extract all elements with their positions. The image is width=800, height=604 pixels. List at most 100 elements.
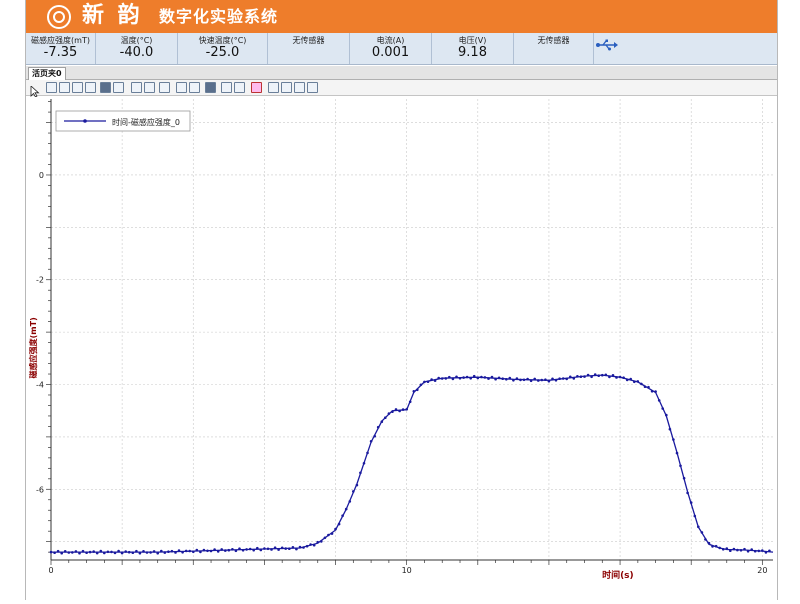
sensor-value: 0.001 [371, 45, 410, 60]
data-point [483, 376, 487, 379]
data-point [120, 551, 124, 555]
data-point [522, 378, 526, 382]
data-point [284, 547, 288, 550]
data-point [533, 377, 536, 381]
data-point [384, 416, 387, 420]
hand-icon[interactable] [131, 82, 142, 93]
zoom-icon[interactable] [85, 82, 96, 93]
data-point [465, 375, 469, 379]
data-point [127, 550, 131, 554]
zoom-out-icon[interactable] [72, 82, 83, 93]
sensor-fast-temperature[interactable]: 快速温度(°C) -25.0 [178, 33, 268, 64]
sensor-current[interactable]: 电流(A) 0.001 [350, 33, 432, 64]
sensor-voltage[interactable]: 电压(V) 9.18 [432, 33, 514, 64]
data-point [640, 382, 643, 386]
logo-icon [47, 5, 71, 29]
marker-icon[interactable] [159, 82, 170, 93]
data-point [547, 379, 551, 383]
data-point [604, 373, 608, 377]
data-point [103, 551, 106, 555]
data-point [273, 546, 277, 549]
data-point [277, 548, 280, 551]
data-point [665, 413, 668, 417]
data-point [746, 550, 750, 553]
tangent-icon[interactable] [234, 82, 245, 93]
data-point [753, 549, 757, 553]
edit-axis-icon[interactable] [281, 82, 292, 93]
data-point [298, 545, 302, 549]
data-point [394, 408, 398, 411]
y-tick-label: -6 [36, 485, 44, 494]
chart-panel[interactable]: 0 10 20 0 -2 -4 -6 时间-磁感应强度_0 时间(s) 磁感应强度(mT) [26, 97, 777, 600]
data-point [320, 540, 323, 543]
chart-settings-icon[interactable] [251, 82, 262, 93]
chart-background [26, 97, 777, 600]
data-point [650, 390, 654, 393]
data-point [561, 377, 565, 380]
legend-marker [83, 119, 87, 123]
data-point [601, 373, 604, 377]
sensor-label: 无传感器 [537, 36, 570, 45]
data-point [558, 377, 561, 381]
data-point [593, 373, 597, 376]
fit-icon[interactable] [46, 82, 57, 93]
data-point [579, 375, 583, 379]
y-tick-label: -2 [36, 276, 44, 285]
y-tick-label: -4 [36, 381, 44, 390]
data-point [423, 380, 426, 384]
data-point [682, 476, 686, 480]
data-point [768, 549, 771, 553]
data-point [167, 550, 170, 553]
edit-series-icon[interactable] [268, 82, 279, 93]
app-window: 新 韵 数字化实验系统 磁感应强度(mT) -7.35 温度(°C) -40.0… [25, 0, 778, 600]
pointer-icon[interactable] [30, 82, 41, 98]
data-point [672, 438, 675, 441]
data-point [501, 377, 505, 381]
data-point [110, 550, 113, 554]
data-point [739, 549, 743, 552]
sensor-magnetic[interactable]: 磁感应强度(mT) -7.35 [26, 33, 96, 64]
data-point [387, 412, 391, 415]
curve-fit-icon[interactable] [221, 82, 232, 93]
data-point [697, 525, 700, 529]
usb-icon[interactable] [596, 39, 618, 51]
sensor-temperature[interactable]: 温度(°C) -40.0 [96, 33, 178, 64]
data-point [551, 377, 554, 381]
tab-binder[interactable]: 活页夹0 [28, 67, 66, 80]
save-icon[interactable] [205, 82, 216, 93]
grid-icon[interactable] [113, 82, 124, 93]
data-point [184, 549, 188, 553]
x-axis-label: 时间(s) [602, 569, 634, 581]
data-point [280, 546, 284, 550]
data-point [78, 551, 81, 555]
data-point [305, 544, 309, 548]
data-point [597, 374, 600, 378]
data-point [295, 547, 298, 551]
layout-icon[interactable] [176, 82, 187, 93]
data-point [117, 549, 120, 553]
data-point [170, 549, 174, 553]
chart-legend[interactable]: 时间-磁感应强度_0 [55, 110, 191, 132]
data-point [334, 527, 337, 531]
color-icon[interactable] [294, 82, 305, 93]
data-point [238, 547, 241, 550]
data-point [718, 546, 721, 550]
x-tick-label: 0 [48, 566, 53, 575]
export-icon[interactable] [189, 82, 200, 93]
line-chart[interactable]: 0 10 20 0 -2 -4 -6 时间-磁感应强度_0 时间(s) 磁感应强度(mT) [26, 97, 777, 600]
data-point [661, 407, 664, 410]
data-point [209, 549, 213, 553]
data-point [618, 375, 622, 379]
data-point [369, 440, 373, 443]
zoom-in-icon[interactable] [59, 82, 70, 93]
data-point [736, 548, 739, 552]
sensor-empty[interactable]: 无传感器 [514, 33, 594, 64]
data-point [138, 551, 142, 555]
range-icon[interactable] [144, 82, 155, 93]
data-point [181, 551, 184, 554]
data-point [270, 548, 273, 551]
image-icon[interactable] [307, 82, 318, 93]
table-icon[interactable] [100, 82, 111, 93]
y-tick-label: 0 [39, 171, 44, 180]
sensor-empty[interactable]: 无传感器 [268, 33, 350, 64]
